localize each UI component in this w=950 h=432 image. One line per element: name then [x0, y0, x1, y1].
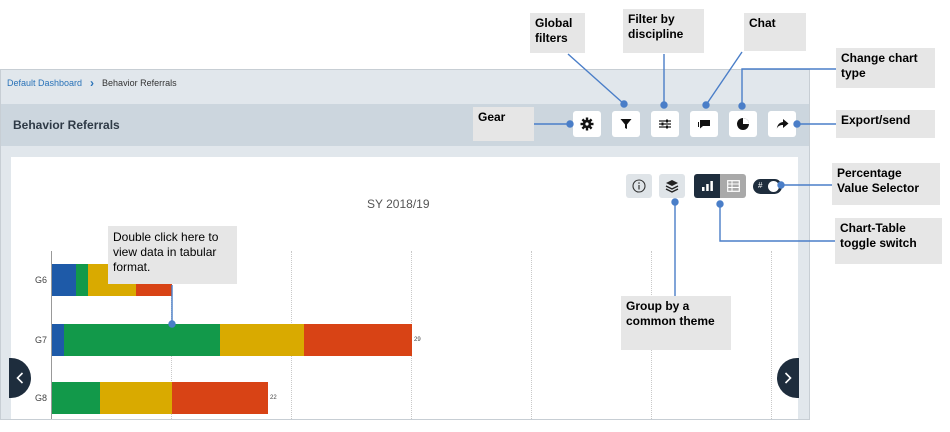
- connector-dot: [738, 102, 746, 110]
- connector-dot: [716, 200, 724, 208]
- connector-dot: [671, 198, 679, 206]
- connector-dot: [168, 320, 176, 328]
- connector-dot: [702, 101, 710, 109]
- connector-dot: [620, 100, 628, 108]
- connector-dot: [660, 101, 668, 109]
- connector-dot: [793, 120, 801, 128]
- connector-dot: [777, 181, 785, 189]
- connector-dot: [566, 120, 574, 128]
- callout-connectors: [168, 51, 836, 328]
